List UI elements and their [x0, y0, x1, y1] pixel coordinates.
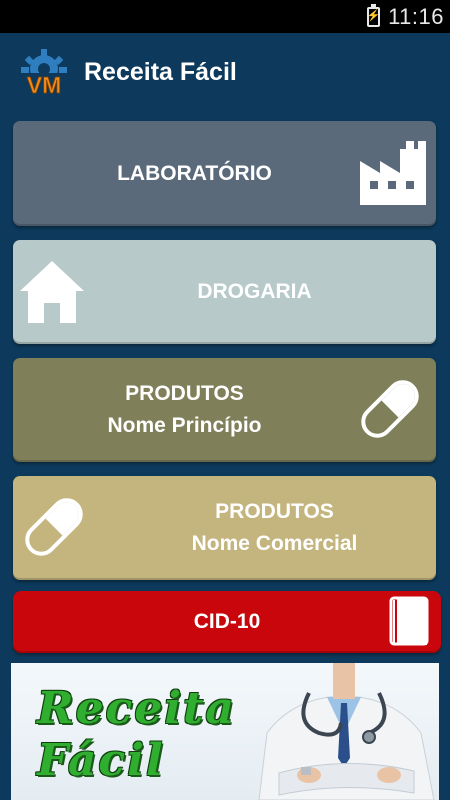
laboratorio-label: LABORATÓRIO — [117, 161, 272, 185]
status-bar: ⚡ 11:16 — [0, 0, 450, 33]
banner-title-line1: Receita — [37, 683, 236, 734]
produtos-comercial-button[interactable]: PRODUTOS Nome Comercial — [13, 476, 436, 580]
svg-text:VM: VM — [27, 72, 62, 97]
produtos-principio-line1: PRODUTOS — [125, 382, 244, 405]
factory-icon — [358, 139, 428, 212]
house-icon — [18, 259, 86, 330]
book-icon — [389, 596, 431, 653]
pill-icon — [18, 491, 90, 568]
banner-title-line2: Fácil — [37, 735, 165, 786]
action-bar: VM Receita Fácil — [0, 33, 450, 111]
produtos-comercial-label: PRODUTOS Nome Comercial — [192, 496, 358, 560]
produtos-principio-label: PRODUTOS Nome Princípio — [107, 378, 261, 442]
doctor-image — [258, 663, 435, 800]
produtos-comercial-line2: Nome Comercial — [191, 532, 358, 555]
status-time: 11:16 — [388, 3, 444, 29]
laboratorio-button[interactable]: LABORATÓRIO — [13, 121, 436, 226]
cid10-button[interactable]: CID-10 — [13, 591, 441, 653]
banner-ad[interactable]: Receita Fácil — [11, 663, 439, 800]
battery-icon: ⚡ — [367, 3, 380, 27]
cid10-label: CID-10 — [193, 610, 261, 633]
produtos-comercial-line1: PRODUTOS — [215, 500, 334, 523]
pill-icon — [354, 373, 426, 450]
produtos-principio-line2: Nome Princípio — [107, 414, 262, 437]
drogaria-button[interactable]: DROGARIA — [13, 240, 436, 344]
drogaria-label: DROGARIA — [197, 280, 312, 303]
app-title: Receita Fácil — [84, 57, 237, 86]
produtos-principio-button[interactable]: PRODUTOS Nome Princípio — [13, 358, 436, 462]
app-logo: VM — [18, 47, 70, 98]
